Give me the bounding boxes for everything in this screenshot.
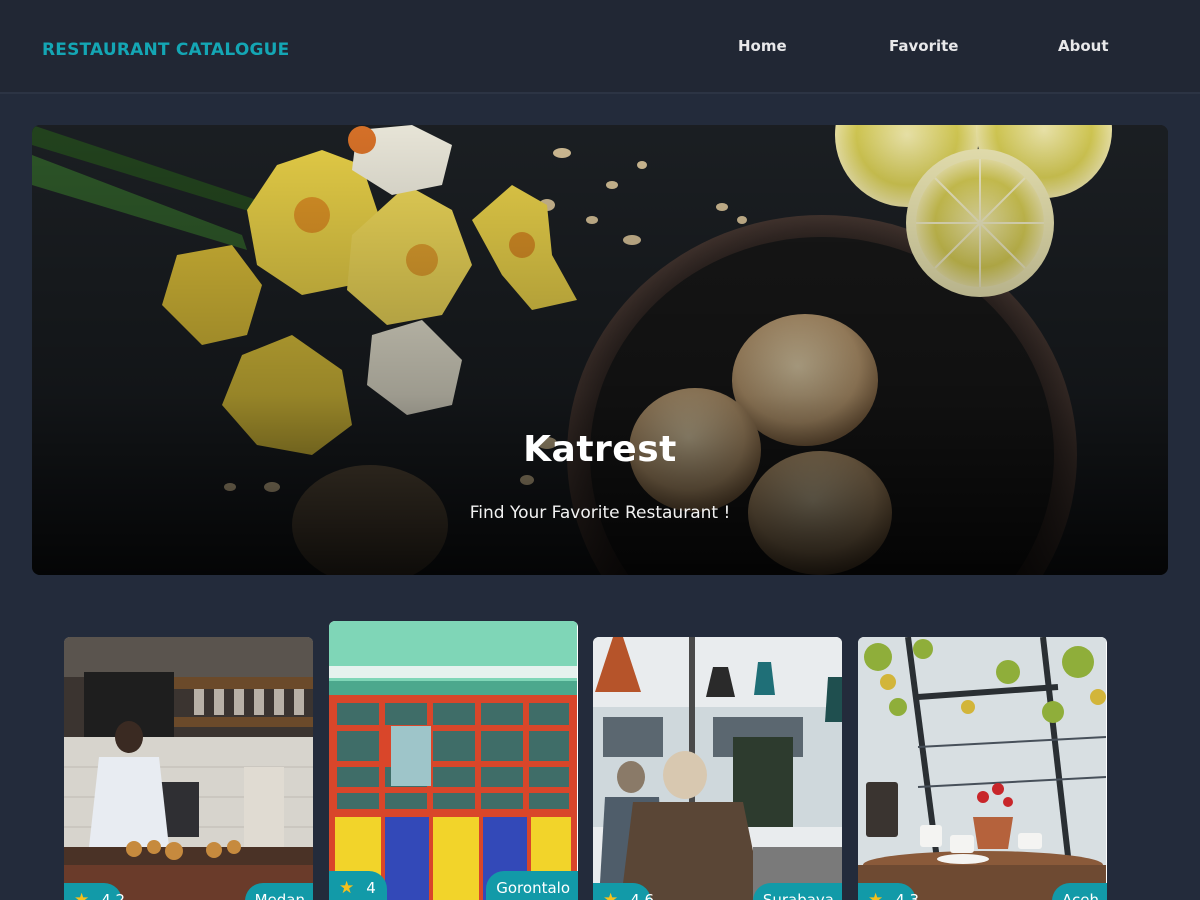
restaurant-image bbox=[64, 637, 313, 900]
nav-about-link[interactable]: About bbox=[1058, 37, 1109, 55]
city-badge: Gorontalo bbox=[486, 871, 578, 900]
rating-badge: ★ 4.3 bbox=[858, 883, 920, 900]
restaurant-card[interactable]: ★ 4.2 Medan bbox=[64, 637, 313, 900]
star-icon: ★ bbox=[603, 890, 619, 900]
rating-value: 4.2 bbox=[101, 891, 126, 900]
nav-favorite-link[interactable]: Favorite bbox=[889, 37, 958, 55]
rating-badge: ★ 4.6 bbox=[593, 883, 655, 900]
restaurant-image bbox=[858, 637, 1106, 900]
rating-badge: ★ 4.2 bbox=[64, 883, 126, 900]
hero-subtitle: Find Your Favorite Restaurant ! bbox=[469, 503, 731, 523]
hero-title: Katrest bbox=[523, 429, 677, 470]
hero-banner: Katrest Find Your Favorite Restaurant ! bbox=[32, 125, 1168, 575]
brand-logo[interactable]: RESTAURANT CATALOGUE bbox=[42, 40, 289, 60]
city-badge: Medan bbox=[244, 883, 313, 900]
rating-badge: ★ 4 bbox=[329, 871, 387, 900]
star-icon: ★ bbox=[868, 890, 884, 900]
restaurant-card[interactable]: ★ 4.6 Surabaya bbox=[593, 637, 842, 900]
star-icon: ★ bbox=[74, 890, 90, 900]
rating-value: 4 bbox=[366, 879, 376, 897]
star-icon: ★ bbox=[339, 878, 355, 898]
restaurant-card[interactable]: ★ 4.3 Aceh bbox=[858, 637, 1107, 900]
rating-value: 4.3 bbox=[895, 891, 920, 900]
city-badge: Surabaya bbox=[752, 883, 842, 900]
navbar: RESTAURANT CATALOGUE Home Favorite About bbox=[0, 0, 1200, 94]
restaurant-image bbox=[593, 637, 842, 900]
nav-home-link[interactable]: Home bbox=[738, 37, 787, 55]
restaurant-card[interactable]: ★ 4 Gorontalo bbox=[329, 621, 578, 900]
city-badge: Aceh bbox=[1052, 883, 1107, 900]
restaurant-image bbox=[329, 621, 577, 900]
rating-value: 4.6 bbox=[630, 891, 655, 900]
